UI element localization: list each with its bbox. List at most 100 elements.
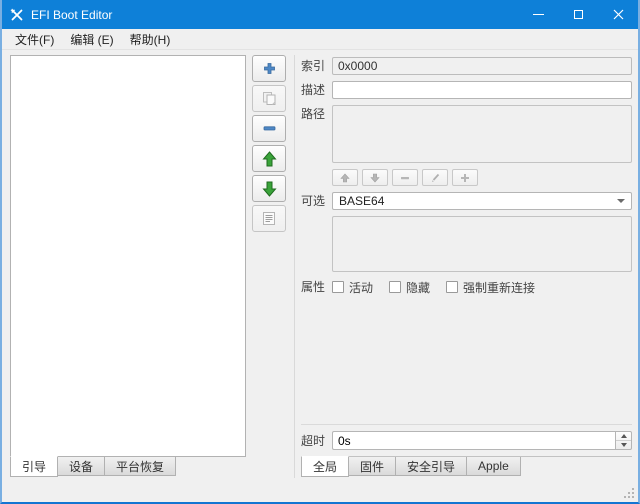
move-up-button[interactable] xyxy=(252,145,286,172)
force-reconnect-checkbox[interactable] xyxy=(446,281,458,293)
efi-boot-editor-window: EFI Boot Editor 文件(F) 编辑 (E) 帮助(H) xyxy=(0,0,640,504)
remove-entry-button[interactable] xyxy=(252,115,286,142)
optional-data-row xyxy=(301,216,632,272)
menu-edit[interactable]: 编辑 (E) xyxy=(62,29,121,50)
tab-device[interactable]: 设备 xyxy=(57,457,105,476)
copy-entry-button[interactable] xyxy=(252,85,286,112)
window-controls xyxy=(518,0,638,29)
timeout-row: 超时 xyxy=(301,431,632,450)
copy-icon xyxy=(262,91,277,106)
attributes-row: 属性 活动 隐藏 强制重新连接 xyxy=(301,278,632,296)
timeout-spin-buttons xyxy=(615,431,632,450)
path-remove-button[interactable] xyxy=(392,169,418,186)
spin-down-icon xyxy=(621,443,627,447)
spin-up-icon xyxy=(621,434,627,438)
close-button[interactable] xyxy=(598,0,638,29)
spin-down-button[interactable] xyxy=(616,441,631,449)
active-checkbox-label: 活动 xyxy=(349,279,373,296)
menu-file[interactable]: 文件(F) xyxy=(7,29,62,50)
description-label: 描述 xyxy=(301,81,327,99)
attributes-label: 属性 xyxy=(301,278,327,296)
active-checkbox[interactable] xyxy=(332,281,344,293)
minimize-icon xyxy=(533,14,544,15)
timeout-label: 超时 xyxy=(301,432,327,450)
pencil-icon xyxy=(430,172,441,183)
entry-toolbar xyxy=(252,55,286,478)
optional-format-select[interactable]: BASE64 xyxy=(332,192,632,210)
hidden-checkbox-group: 隐藏 xyxy=(389,279,430,296)
optional-format-value: BASE64 xyxy=(339,194,617,208)
tab-device-label: 设备 xyxy=(69,458,93,475)
settings-tab-bar: 全局 固件 安全引导 Apple xyxy=(301,457,632,478)
force-reconnect-checkbox-group: 强制重新连接 xyxy=(446,279,535,296)
menu-help[interactable]: 帮助(H) xyxy=(122,29,179,50)
left-panel: 引导 设备 平台恢复 xyxy=(10,55,246,478)
force-reconnect-checkbox-label: 强制重新连接 xyxy=(463,279,535,296)
path-list[interactable] xyxy=(332,105,632,163)
description-row: 描述 xyxy=(301,81,632,99)
panel-separator xyxy=(294,55,295,478)
tab-global-label: 全局 xyxy=(313,458,337,475)
left-tab-bar: 引导 设备 平台恢复 xyxy=(10,457,246,478)
path-add-button[interactable] xyxy=(452,169,478,186)
plus-icon xyxy=(460,173,470,183)
hidden-checkbox-label: 隐藏 xyxy=(406,279,430,296)
path-row: 路径 xyxy=(301,105,632,163)
minus-icon xyxy=(400,173,410,183)
active-checkbox-group: 活动 xyxy=(332,279,373,296)
resize-grip-icon[interactable] xyxy=(623,487,634,498)
path-toolbar xyxy=(332,169,632,186)
tab-apple[interactable]: Apple xyxy=(466,457,521,476)
index-row: 索引 xyxy=(301,57,632,75)
document-icon xyxy=(262,211,276,226)
tab-apple-label: Apple xyxy=(478,459,509,473)
minus-icon xyxy=(263,122,276,135)
minimize-button[interactable] xyxy=(518,0,558,29)
timeout-separator xyxy=(301,424,632,425)
tab-firmware-label: 固件 xyxy=(360,458,384,475)
chevron-down-icon xyxy=(617,199,625,203)
maximize-button[interactable] xyxy=(558,0,598,29)
index-field[interactable] xyxy=(332,57,632,75)
titlebar: EFI Boot Editor xyxy=(2,0,638,29)
move-down-button[interactable] xyxy=(252,175,286,202)
arrow-up-icon xyxy=(262,151,277,167)
menubar: 文件(F) 编辑 (E) 帮助(H) xyxy=(2,29,638,50)
path-label: 路径 xyxy=(301,105,327,123)
crossed-tools-icon xyxy=(10,8,24,22)
index-label: 索引 xyxy=(301,57,327,75)
main-content: 引导 设备 平台恢复 xyxy=(2,50,638,478)
arrow-down-icon xyxy=(262,181,277,197)
arrow-up-icon xyxy=(340,173,350,183)
tab-firmware[interactable]: 固件 xyxy=(348,457,396,476)
close-icon xyxy=(613,9,624,20)
timeout-spinbox xyxy=(332,431,632,450)
optional-data-field[interactable] xyxy=(332,216,632,272)
tab-global[interactable]: 全局 xyxy=(301,456,349,477)
arrow-down-icon xyxy=(370,173,380,183)
tab-secure-boot-label: 安全引导 xyxy=(407,458,455,475)
details-button[interactable] xyxy=(252,205,286,232)
add-entry-button[interactable] xyxy=(252,55,286,82)
optional-label: 可选 xyxy=(301,192,327,210)
form-spacer xyxy=(301,302,632,424)
tab-platform-recovery[interactable]: 平台恢复 xyxy=(104,457,176,476)
path-edit-button[interactable] xyxy=(422,169,448,186)
path-move-down-button[interactable] xyxy=(362,169,388,186)
window-title: EFI Boot Editor xyxy=(31,8,112,22)
tab-boot-label: 引导 xyxy=(22,458,46,475)
hidden-checkbox[interactable] xyxy=(389,281,401,293)
bottom-strip xyxy=(2,478,638,502)
plus-icon xyxy=(263,62,276,75)
description-field[interactable] xyxy=(332,81,632,99)
settings-tab-bar-wrap: 全局 固件 安全引导 Apple xyxy=(301,456,632,478)
boot-entry-list[interactable] xyxy=(10,55,246,457)
optional-row: 可选 BASE64 xyxy=(301,192,632,210)
spin-up-button[interactable] xyxy=(616,432,631,441)
entry-editor-panel: 索引 描述 路径 xyxy=(301,55,632,478)
tab-secure-boot[interactable]: 安全引导 xyxy=(395,457,467,476)
path-move-up-button[interactable] xyxy=(332,169,358,186)
timeout-field[interactable] xyxy=(332,431,615,450)
tab-boot[interactable]: 引导 xyxy=(10,456,58,477)
maximize-icon xyxy=(574,10,583,19)
